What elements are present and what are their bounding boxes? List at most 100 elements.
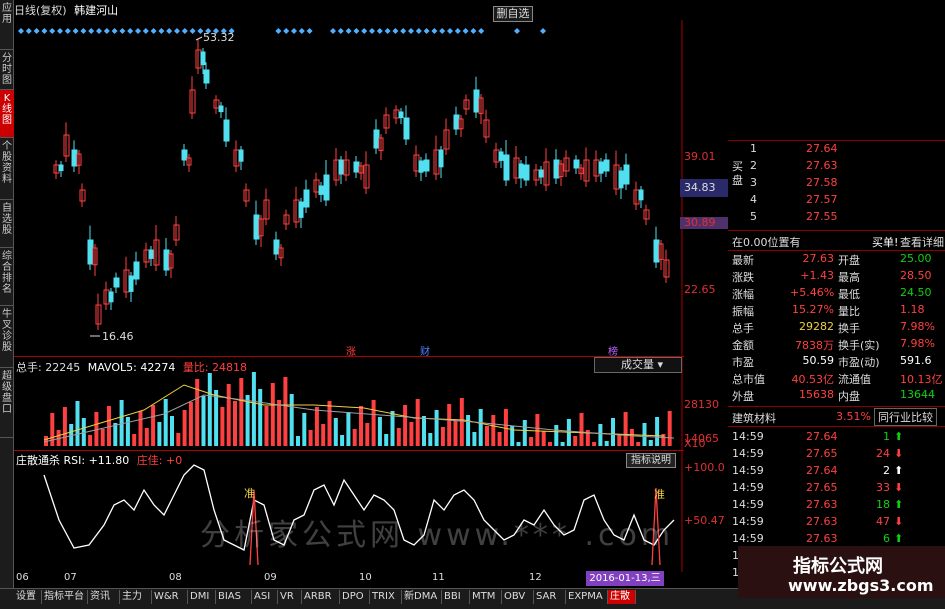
indicator-tab[interactable]: OBV <box>502 590 534 604</box>
indicator-tab[interactable]: 设置 <box>14 590 42 604</box>
volume-bar <box>258 389 263 446</box>
volume-bar <box>491 415 496 446</box>
indicator-tab[interactable]: 新DMA <box>402 590 442 604</box>
left-tab-4[interactable]: 个股资料 <box>0 138 14 200</box>
order-level: 5 <box>750 210 757 223</box>
signal-diamond <box>166 28 173 34</box>
signal-diamond <box>408 28 414 34</box>
candle-body <box>273 239 280 255</box>
indicator-tab[interactable]: SAR <box>534 590 566 604</box>
indicator-tab[interactable]: DPO <box>340 590 370 604</box>
candle-body <box>163 249 170 271</box>
time-axis-label: 06 <box>16 572 29 583</box>
left-tab-3[interactable]: K线图 <box>0 90 14 138</box>
volume-bar <box>138 411 143 446</box>
signal-diamond <box>119 28 126 34</box>
volume-bar <box>151 405 156 446</box>
signal-diamond <box>361 28 368 34</box>
signal-diamond <box>392 28 399 34</box>
price-axis-label: 30.89 <box>684 216 716 229</box>
left-tab-5[interactable]: 自选股 <box>0 200 14 248</box>
left-tab-2[interactable]: 分时图 <box>0 50 14 90</box>
left-tab-1[interactable]: 应用 <box>0 0 14 50</box>
time-axis-label: 07 <box>64 572 77 583</box>
indicator-tab[interactable]: MTM <box>470 590 502 604</box>
view-detail-link[interactable]: 查看详细 <box>900 234 944 250</box>
quote-label: 流通值 <box>838 373 871 386</box>
cursor-date: 2016-01-13,三 <box>586 571 664 586</box>
candle-body <box>503 154 510 181</box>
left-tab-6[interactable]: 综合排名 <box>0 248 14 306</box>
indicator-tab[interactable]: 指标平台 <box>42 590 88 604</box>
indicator-tab[interactable]: ARBR <box>302 590 340 604</box>
volume-bar <box>535 414 540 446</box>
signal-diamond <box>103 28 110 34</box>
arrow-down-icon: ⬇ <box>894 515 904 528</box>
quote-label: 总市值 <box>732 373 765 386</box>
order-price: 27.64 <box>806 142 838 155</box>
tick-time: 14:59 <box>732 532 764 545</box>
indicator-tab[interactable]: W&R <box>152 590 188 604</box>
volume-indicator-dropdown[interactable]: 成交量 ▾ <box>594 357 682 373</box>
quote-value: 7838万 <box>795 339 834 352</box>
chart-area[interactable]: 日线(复权) 韩建河山 53.32 16.46 准准 <box>14 0 684 572</box>
tick-volume: 2 <box>883 464 890 477</box>
order-level: 2 <box>750 159 757 172</box>
arrow-up-icon: ⬆ <box>894 532 904 545</box>
candle-body <box>87 239 94 265</box>
candle-body <box>223 119 230 142</box>
signal-diamond <box>431 28 438 34</box>
volume-bar <box>485 426 489 446</box>
indicator-tab[interactable]: BBI <box>442 590 470 604</box>
candle-body <box>573 159 580 169</box>
volume-bar <box>516 442 521 446</box>
delete-favorite-button[interactable]: 删自选 <box>493 6 533 22</box>
tick-volume: 47 <box>876 515 890 528</box>
position-text: 在0.00位置有 <box>732 236 801 249</box>
order-price: 27.57 <box>806 193 838 206</box>
volume-bar <box>201 396 206 446</box>
left-tab-8[interactable]: 超级盘口 <box>0 368 14 438</box>
indicator-tab[interactable]: 庄散 <box>608 590 636 604</box>
volume-bar <box>346 412 351 446</box>
candle-body <box>71 149 78 167</box>
volume-bar <box>573 436 578 446</box>
quote-value: 24.50 <box>900 286 932 299</box>
peer-compare-button[interactable]: 同行业比较 <box>874 408 937 426</box>
time-axis: 06 07 08 09 10 11 12 <box>14 572 684 586</box>
quote-value: 29282 <box>799 320 834 333</box>
indicator-tab[interactable]: VR <box>278 590 302 604</box>
indicator-tab[interactable]: EXPMA <box>566 590 608 604</box>
indicator-tab[interactable]: TRIX <box>370 590 402 604</box>
volume-bar <box>447 404 452 446</box>
volume-bar <box>157 422 162 446</box>
candle-body <box>148 249 154 259</box>
candle-body <box>298 201 304 218</box>
event-marks: 涨 财 榜 <box>340 343 660 358</box>
volume-bar <box>359 406 363 446</box>
signal-diamond <box>49 28 56 34</box>
kline-chart[interactable]: 53.32 16.46 准 准 <box>14 0 684 572</box>
quote-label: 振幅 <box>732 305 754 318</box>
indicator-tab[interactable]: BIAS <box>216 590 252 604</box>
left-tab-7[interactable]: 牛叉诊股 <box>0 306 14 368</box>
volume-bar <box>598 424 603 446</box>
order-price: 27.63 <box>806 159 838 172</box>
indicator-tab[interactable]: ASI <box>252 590 278 604</box>
candle-body <box>498 151 504 161</box>
indicator-tab[interactable]: 资讯 <box>88 590 120 604</box>
candle-body <box>323 174 330 201</box>
volume-bar <box>100 429 105 446</box>
buy-order-link[interactable]: 买单! <box>872 234 898 250</box>
indicator-tab[interactable]: 主力 <box>120 590 152 604</box>
signal-diamond <box>88 28 95 34</box>
indicator-tab[interactable]: DMI <box>188 590 216 604</box>
signal-diamond <box>174 28 180 34</box>
volume-bar <box>453 421 458 446</box>
volume-bar <box>163 399 168 446</box>
indicator-help-button[interactable]: 指标说明 <box>626 453 676 468</box>
volume-bar <box>409 422 414 446</box>
signal-diamond <box>41 28 48 34</box>
tick-price: 27.65 <box>806 481 838 494</box>
high-marker-line <box>195 36 203 41</box>
